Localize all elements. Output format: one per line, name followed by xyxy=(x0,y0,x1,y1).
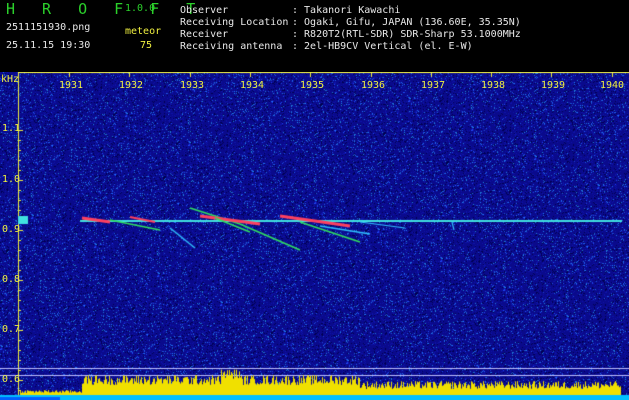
timestamp: 25.11.15 19:30 xyxy=(6,40,91,51)
antenna-value: : 2el-HB9CV Vertical (el. E-W) xyxy=(292,41,473,52)
y-tick-label: 0.6 xyxy=(2,374,21,385)
spectrogram-canvas xyxy=(0,72,629,400)
x-tick-label: 1931 xyxy=(59,80,84,91)
app-version: 1.0.0 xyxy=(125,3,156,14)
x-tick-label: 1933 xyxy=(180,80,205,91)
x-tick-label: 1939 xyxy=(541,80,566,91)
antenna-label: Receiving antenna xyxy=(180,41,283,52)
observer-value: : Takanori Kawachi xyxy=(292,5,401,16)
app-title: H R O F F T xyxy=(6,0,205,18)
observer-label: Observer xyxy=(180,5,229,16)
y-tick-label: 0.8 xyxy=(2,274,21,285)
meteor-label: meteor xyxy=(125,26,162,37)
meteor-count: 75 xyxy=(140,40,153,51)
x-tick-label: 1935 xyxy=(300,80,325,91)
location-value: : Ogaki, Gifu, JAPAN (136.60E, 35.35N) xyxy=(292,17,521,28)
file-name: 2511151930.png xyxy=(6,22,91,33)
x-tick-label: 1932 xyxy=(119,80,144,91)
y-tick-label: 1.1 xyxy=(2,123,21,134)
y-tick-label: 0.7 xyxy=(2,324,21,335)
location-label: Receiving Location xyxy=(180,17,289,28)
x-tick-label: 1934 xyxy=(240,80,265,91)
y-tick-label: 1.0 xyxy=(2,174,21,185)
x-tick-label: 1938 xyxy=(481,80,506,91)
x-tick-label: 1937 xyxy=(421,80,446,91)
y-tick-label: 0.9 xyxy=(2,224,21,235)
x-tick-label: 1940 xyxy=(600,80,625,91)
x-tick-label: 1936 xyxy=(361,80,386,91)
header-panel: H R O F F T 1.0.0 2511151930.png 25.11.1… xyxy=(0,0,629,72)
receiver-label: Receiver xyxy=(180,29,229,40)
receiver-value: : R820T2(RTL-SDR) SDR-Sharp 53.1000MHz xyxy=(292,29,521,40)
y-axis-unit: kHz xyxy=(1,74,20,85)
